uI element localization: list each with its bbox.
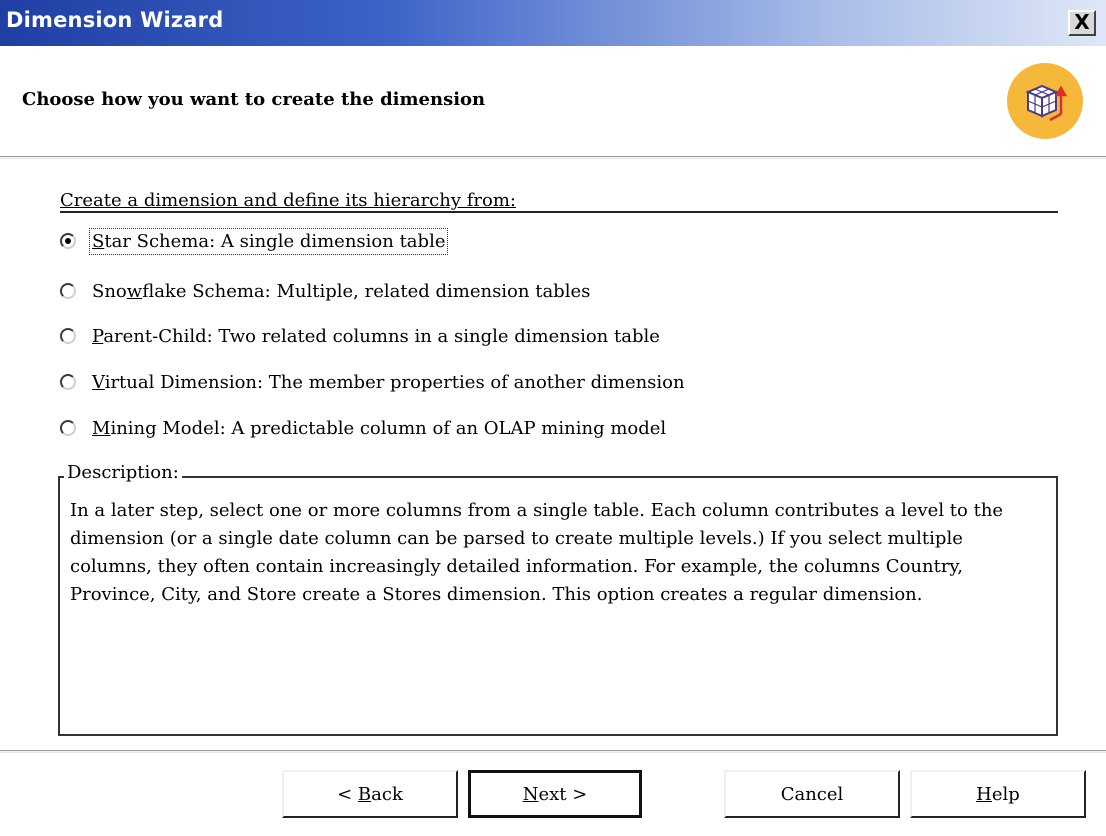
radio-mining-model[interactable] — [60, 420, 76, 436]
cancel-button-label: Cancel — [780, 783, 844, 805]
page-title: Choose how you want to create the dimens… — [22, 89, 486, 110]
radio-parent-child[interactable] — [60, 328, 76, 344]
description-text: In a later step, select one or more colu… — [70, 500, 1004, 605]
close-button[interactable]: X — [1068, 10, 1096, 36]
option-mining-model[interactable]: Mining Model: A predictable column of an… — [60, 411, 668, 445]
option-label: Virtual Dimension: The member properties… — [92, 371, 685, 393]
radio-snowflake-schema[interactable] — [60, 283, 76, 299]
options-group-rule — [60, 211, 1058, 213]
next-button-label: Next > — [522, 783, 588, 805]
window-title: Dimension Wizard — [6, 8, 224, 32]
option-star-schema[interactable]: Star Schema: A single dimension table — [60, 224, 449, 258]
radio-virtual-dimension[interactable] — [60, 374, 76, 390]
footer-separator — [0, 750, 1106, 753]
option-label: Mining Model: A predictable column of an… — [92, 417, 667, 439]
options-group-label: Create a dimension and define its hierar… — [60, 190, 516, 211]
option-label: Star Schema: A single dimension table — [88, 227, 449, 255]
option-virtual-dimension[interactable]: Virtual Dimension: The member properties… — [60, 365, 687, 399]
header-separator — [0, 156, 1106, 159]
option-parent-child[interactable]: Parent-Child: Two related columns in a s… — [60, 319, 662, 353]
option-label: Parent-Child: Two related columns in a s… — [92, 325, 660, 347]
next-button[interactable]: Next > — [468, 770, 642, 818]
help-button[interactable]: Help — [910, 770, 1086, 818]
dimension-cube-icon — [1007, 63, 1083, 139]
help-button-label: Help — [976, 783, 1020, 805]
back-button-label: < Back — [337, 783, 403, 805]
back-button[interactable]: < Back — [282, 770, 458, 818]
option-label: Snowflake Schema: Multiple, related dime… — [92, 280, 591, 302]
description-legend: Description: — [64, 462, 182, 483]
cancel-button[interactable]: Cancel — [724, 770, 900, 818]
title-bar: Dimension Wizard X — [0, 0, 1106, 46]
option-snowflake-schema[interactable]: Snowflake Schema: Multiple, related dime… — [60, 274, 592, 308]
radio-star-schema[interactable] — [60, 233, 76, 249]
